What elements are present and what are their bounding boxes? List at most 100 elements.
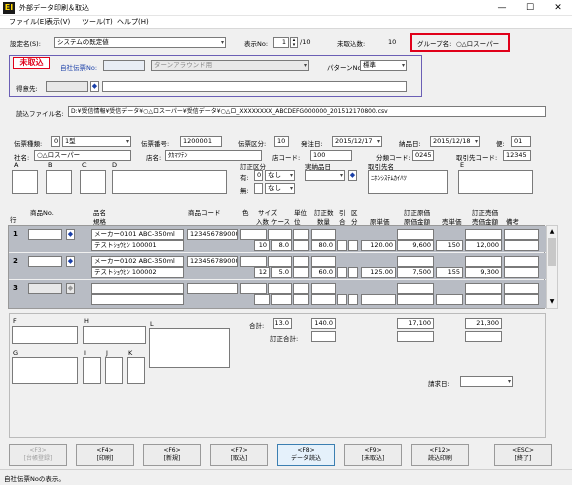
menu-view[interactable]: 表示(V) [46,17,70,27]
menu-help[interactable]: ヘルプ(H) [117,17,149,27]
scroll-down-icon[interactable]: ▼ [548,298,556,306]
item-size[interactable] [268,229,292,240]
item-per-case[interactable] [254,294,270,305]
item-name[interactable] [91,283,184,294]
item-qty[interactable]: 80.0 [311,240,336,251]
item-unit2[interactable] [293,294,309,305]
display-no-input[interactable]: 1 [273,37,289,48]
maximize-button[interactable]: ☐ [516,0,544,16]
item-cost-amount[interactable]: 7,500 [397,267,434,278]
item-size[interactable] [268,283,292,294]
slip-div-input[interactable]: 10 [274,136,289,147]
item-corr-sell[interactable] [465,229,502,240]
item-remarks[interactable] [504,283,539,294]
item-corr-cost[interactable] [397,256,434,267]
item-cost-amount[interactable] [397,294,434,305]
item-remarks2[interactable] [504,240,539,251]
item-sell-price[interactable] [436,294,463,305]
item-code[interactable]: 1234567890001 [187,229,238,240]
item-per-case[interactable]: 12 [254,267,270,278]
item-name[interactable]: メーカー0102 ABC-350ml [91,256,184,267]
item-corr-qty[interactable] [311,283,336,294]
correction-no-select[interactable]: なし ▾ [265,183,295,194]
item-unit[interactable] [293,283,309,294]
item-qty[interactable]: 60.0 [311,267,336,278]
class-code-input[interactable]: 0245 [412,150,434,161]
item-case-qty[interactable] [271,294,292,305]
correction-yes-select[interactable]: なし ▾ [265,170,295,181]
item-corr-sell[interactable] [465,283,502,294]
item-color[interactable] [240,283,267,294]
item-unit2[interactable] [293,267,309,278]
field-i-box[interactable] [83,357,101,384]
field-k-box[interactable] [127,357,145,384]
item-size[interactable] [268,256,292,267]
f9-unimported-button[interactable]: <F9> [未取込] [344,444,402,466]
f8-load-data-button[interactable]: <F8> データ読込 [277,444,335,466]
item-spec[interactable]: テストｼｮｳﾋﾝ 100002 [91,267,184,278]
field-e-box[interactable] [458,170,533,194]
field-g-box[interactable] [12,357,78,384]
setting-select[interactable]: システムの既定値 ▾ [54,37,226,48]
invoice-date-picker[interactable]: ▾ [460,376,513,387]
close-button[interactable]: ✕ [544,0,572,16]
store-name-input[interactable]: ﾀｶﾏﾂﾃﾝ [165,150,262,161]
item-code[interactable]: 1234567890002 [187,256,238,267]
scroll-thumb[interactable] [548,238,556,266]
field-b-box[interactable] [46,170,72,194]
company-input[interactable]: ○△ロスーパー [34,150,131,161]
esc-exit-button[interactable]: <ESC> [終了] [494,444,552,466]
item-corr-cost[interactable] [397,283,434,294]
item-pull[interactable] [337,294,347,305]
actual-date-lookup-icon[interactable]: ◆ [348,170,357,181]
f12-load-print-button[interactable]: <F12> 読込印刷 [411,444,469,466]
item-sell-amount[interactable] [465,294,502,305]
item-sell-amount[interactable]: 9,300 [465,267,502,278]
f4-print-button[interactable]: <F4> [印刷] [76,444,134,466]
slip-type-code[interactable]: 0 [51,136,60,147]
item-cost-price[interactable]: 120.00 [361,240,396,251]
field-j-box[interactable] [105,357,123,384]
slip-no-input[interactable]: 1200001 [180,136,222,147]
item-no-input[interactable] [28,283,62,294]
field-l-box[interactable] [149,328,230,368]
field-h-box[interactable] [83,326,146,344]
item-no-input[interactable] [28,229,62,240]
customer-lookup-icon[interactable]: ◆ [90,81,99,92]
item-case-qty[interactable]: 5.0 [271,267,292,278]
scroll-up-icon[interactable]: ▲ [548,228,556,236]
item-corr-qty[interactable] [311,229,336,240]
customer-name-input[interactable] [102,81,407,92]
item-sell-price[interactable]: 155 [436,267,463,278]
file-path-input[interactable]: D:¥受信情報¥受信データ¥○△ロスーパー¥受信データ¥○△ロ_XXXXXXXX… [68,106,546,117]
customer-code-input[interactable] [46,81,88,92]
item-sell-amount[interactable]: 12,000 [465,240,502,251]
field-c-box[interactable] [80,170,106,194]
item-unit[interactable] [293,256,309,267]
item-color[interactable] [240,256,267,267]
bin-input[interactable]: 01 [511,136,531,147]
item-cost-amount[interactable]: 9,600 [397,240,434,251]
minimize-button[interactable]: — [488,0,516,16]
f3-register-button[interactable]: <F3> [台帳登録] [9,444,67,466]
menu-tools[interactable]: ツール(T) [82,17,113,27]
item-remarks[interactable] [504,229,539,240]
item-corr-cost[interactable] [397,229,434,240]
slip-type-select[interactable]: 1型 ▾ [62,136,131,147]
item-unit[interactable] [293,229,309,240]
pattern-select[interactable]: 標準 ▾ [360,60,407,71]
item-cost-price[interactable] [361,294,396,305]
item-per-case[interactable]: 10 [254,240,270,251]
menu-file[interactable]: ファイル(E) [9,17,47,27]
item-remarks2[interactable] [504,267,539,278]
f7-import-button[interactable]: <F7> [取込] [210,444,268,466]
item-color[interactable] [240,229,267,240]
item-div[interactable] [348,294,358,305]
own-slip-input[interactable] [103,60,145,71]
order-date-picker[interactable]: 2015/12/17 ▾ [332,136,382,147]
correction-no-code[interactable] [254,183,263,194]
field-f-box[interactable] [12,326,78,344]
item-corr-sell[interactable] [465,256,502,267]
item-div[interactable] [348,240,358,251]
store-code-input[interactable]: 100 [310,150,352,161]
